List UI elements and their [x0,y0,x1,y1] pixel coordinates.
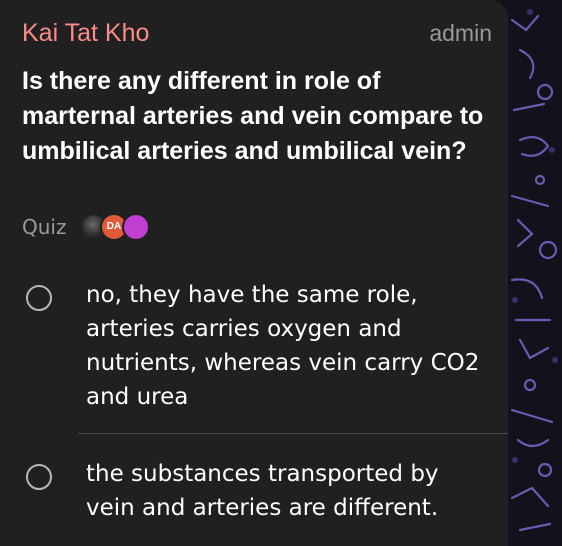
sender-role-badge: admin [429,20,492,46]
quiz-meta-row: Quiz DA [22,212,322,242]
radio-button[interactable] [26,285,52,311]
quiz-message-bubble: Kai Tat Kho admin Is there any different… [0,0,508,546]
sender-name[interactable]: Kai Tat Kho [22,18,149,48]
voter-avatar[interactable] [122,213,150,241]
quiz-option-text: no, they have the same role, arteries ca… [86,282,480,410]
radio-button[interactable] [26,464,52,490]
message-header: Kai Tat Kho admin [22,18,492,48]
quiz-option[interactable]: no, they have the same role, arteries ca… [22,278,492,413]
quiz-label: Quiz [22,215,67,239]
quiz-option-text: the substances transported by vein and a… [86,461,439,521]
quiz-option[interactable]: the substances transported by vein and a… [22,457,492,529]
option-divider [78,433,508,434]
quiz-question: Is there any different in role of marter… [22,67,484,165]
